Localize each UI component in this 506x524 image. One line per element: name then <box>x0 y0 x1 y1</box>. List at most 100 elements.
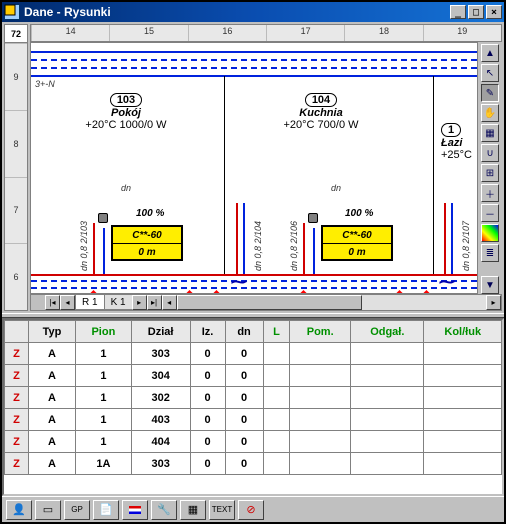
cell[interactable] <box>351 409 424 431</box>
cell[interactable]: 403 <box>131 409 190 431</box>
tool-color-icon[interactable] <box>481 224 499 242</box>
cell[interactable] <box>351 343 424 365</box>
cell[interactable]: A <box>29 343 76 365</box>
cell[interactable] <box>424 409 502 431</box>
cell[interactable] <box>351 365 424 387</box>
hscroll-track[interactable] <box>177 295 486 310</box>
table-row[interactable]: ZA130400 <box>5 365 502 387</box>
cell[interactable]: 304 <box>131 365 190 387</box>
valve-icon[interactable] <box>98 213 108 223</box>
col-Pom.[interactable]: Pom. <box>290 321 351 343</box>
tool-zoom-in-icon[interactable]: ＋ <box>481 184 499 202</box>
cell[interactable]: 0 <box>225 365 263 387</box>
bottom-stop-icon[interactable]: ⊘ <box>238 500 264 520</box>
table-row[interactable]: ZA1A30300 <box>5 453 502 475</box>
tool-up-arrow-icon[interactable]: ▲ <box>481 44 499 62</box>
cell[interactable] <box>290 431 351 453</box>
cell[interactable] <box>351 387 424 409</box>
cell[interactable]: 0 <box>190 343 225 365</box>
col-Typ[interactable]: Typ <box>29 321 76 343</box>
cell[interactable]: 302 <box>131 387 190 409</box>
tool-magnet-icon[interactable]: ∪ <box>481 144 499 162</box>
bottom-text-icon[interactable]: TEXT <box>209 500 235 520</box>
bottom-flag-icon[interactable] <box>122 500 148 520</box>
bottom-note-icon[interactable]: 📄 <box>93 500 119 520</box>
cell[interactable] <box>263 409 290 431</box>
tab-nav-prev[interactable]: ◂ <box>60 295 75 310</box>
cell[interactable] <box>351 431 424 453</box>
cell[interactable]: 0 <box>190 365 225 387</box>
radiator-104[interactable]: C**-60 0 m <box>321 225 393 261</box>
cell[interactable] <box>263 431 290 453</box>
cell[interactable]: 0 <box>190 431 225 453</box>
tool-snap-icon[interactable]: ⊞ <box>481 164 499 182</box>
cell[interactable]: 0 <box>190 409 225 431</box>
cell[interactable] <box>290 365 351 387</box>
hscroll-thumb[interactable] <box>177 295 363 310</box>
cell[interactable]: Z <box>5 453 29 475</box>
cell[interactable] <box>424 343 502 365</box>
cell[interactable]: 1A <box>76 453 132 475</box>
cell[interactable]: Z <box>5 365 29 387</box>
cell[interactable]: A <box>29 387 76 409</box>
table-row[interactable]: ZA140300 <box>5 409 502 431</box>
cell[interactable] <box>351 453 424 475</box>
cell[interactable]: Z <box>5 343 29 365</box>
cell[interactable] <box>424 387 502 409</box>
cell[interactable] <box>290 343 351 365</box>
tab-nav-first[interactable]: |◂ <box>45 295 60 310</box>
cell[interactable] <box>290 387 351 409</box>
tab-nav-next[interactable]: ▸ <box>132 295 147 310</box>
bottom-gp-icon[interactable]: GP <box>64 500 90 520</box>
cell[interactable]: A <box>29 365 76 387</box>
cell[interactable]: 0 <box>190 453 225 475</box>
cell[interactable]: 1 <box>76 343 132 365</box>
cell[interactable] <box>424 365 502 387</box>
minimize-button[interactable]: _ <box>450 5 466 19</box>
close-button[interactable]: × <box>486 5 502 19</box>
col-Kol/łuk[interactable]: Kol/łuk <box>424 321 502 343</box>
tool-layers-icon[interactable]: ≣ <box>481 244 499 262</box>
table-row[interactable]: ZA140400 <box>5 431 502 453</box>
col-Dział[interactable]: Dział <box>131 321 190 343</box>
cell[interactable]: 1 <box>76 431 132 453</box>
cell[interactable]: A <box>29 453 76 475</box>
scroll-left-button[interactable]: ◂ <box>162 295 177 310</box>
cell[interactable]: 1 <box>76 365 132 387</box>
cell[interactable]: 0 <box>225 409 263 431</box>
cell[interactable] <box>263 387 290 409</box>
cell[interactable]: A <box>29 409 76 431</box>
cell[interactable]: Z <box>5 431 29 453</box>
bottom-rect-icon[interactable]: ▭ <box>35 500 61 520</box>
cell[interactable] <box>424 431 502 453</box>
cell[interactable] <box>263 365 290 387</box>
sheet-tab-k1[interactable]: K 1 <box>104 295 133 310</box>
col-dn[interactable]: dn <box>225 321 263 343</box>
cell[interactable] <box>263 343 290 365</box>
col-Odgał.[interactable]: Odgał. <box>351 321 424 343</box>
bottom-pipe-icon[interactable]: 🔧 <box>151 500 177 520</box>
col-L[interactable]: L <box>263 321 290 343</box>
cell[interactable]: Z <box>5 387 29 409</box>
cell[interactable]: Z <box>5 409 29 431</box>
scroll-right-button[interactable]: ▸ <box>486 295 501 310</box>
tool-hand-icon[interactable]: ✋ <box>481 104 499 122</box>
col-Pion[interactable]: Pion <box>76 321 132 343</box>
cell[interactable] <box>424 453 502 475</box>
drawing-canvas[interactable]: 3+-N 103 Pokój +20°C 1000/0 W 104 Kuchni… <box>30 42 478 294</box>
bottom-table-icon[interactable]: ▦ <box>180 500 206 520</box>
sheet-tab-r1[interactable]: R 1 <box>75 295 105 310</box>
bottom-person-icon[interactable]: 👤 <box>6 500 32 520</box>
cell[interactable]: 303 <box>131 453 190 475</box>
radiator-103[interactable]: C**-60 0 m <box>111 225 183 261</box>
tool-down-arrow-icon[interactable]: ▼ <box>481 276 499 294</box>
cell[interactable]: 404 <box>131 431 190 453</box>
tool-grid-icon[interactable]: ▦ <box>481 124 499 142</box>
cell[interactable]: 1 <box>76 409 132 431</box>
cell[interactable]: 1 <box>76 387 132 409</box>
col-Iz.[interactable]: Iz. <box>190 321 225 343</box>
tool-zoom-out-icon[interactable]: － <box>481 204 499 222</box>
cell[interactable]: A <box>29 431 76 453</box>
maximize-button[interactable]: □ <box>468 5 484 19</box>
table-row[interactable]: ZA130200 <box>5 387 502 409</box>
